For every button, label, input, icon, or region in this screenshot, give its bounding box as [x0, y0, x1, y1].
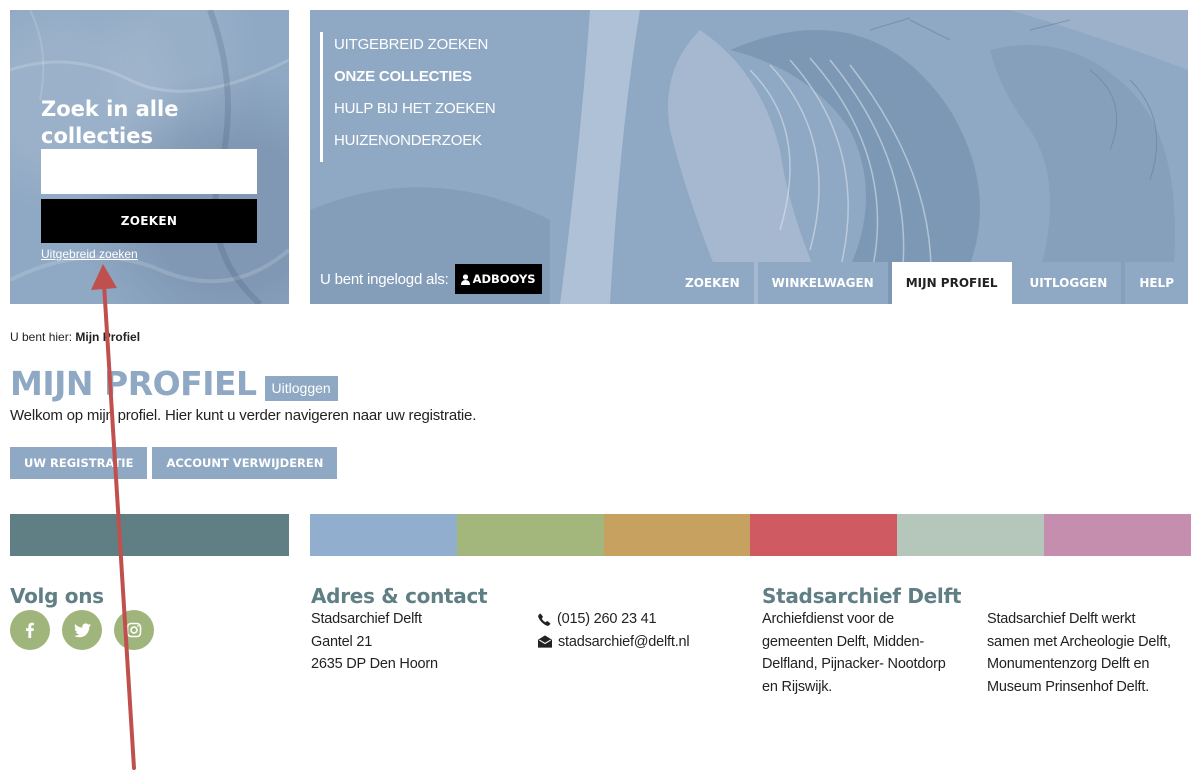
- partners-line: Monumentenzorg Delft en: [987, 656, 1150, 672]
- address-block: Stadsarchief Delft Gantel 21 2635 DP Den…: [311, 608, 438, 676]
- about-line: Archiefdienst voor de: [762, 611, 895, 627]
- search-button[interactable]: ZOEKEN: [41, 199, 257, 243]
- color-strip-segment: [310, 514, 457, 556]
- nav-huizenonderzoek[interactable]: HUIZENONDERZOEK: [334, 128, 496, 160]
- banner-nav: UITGEBREID ZOEKEN ONZE COLLECTIES HULP B…: [320, 32, 496, 162]
- partners-line: Stadsarchief Delft werkt: [987, 611, 1136, 627]
- color-strip-segment: [1044, 514, 1191, 556]
- logout-button[interactable]: Uitloggen: [264, 376, 338, 401]
- advanced-search-link[interactable]: Uitgebreid zoeken: [41, 247, 138, 261]
- header-banner: UITGEBREID ZOEKEN ONZE COLLECTIES HULP B…: [310, 10, 1188, 304]
- color-strip-segment: [750, 514, 898, 556]
- search-panel: Zoek in alle collecties ZOEKEN Uitgebrei…: [10, 10, 289, 304]
- address-heading: Adres & contact: [311, 584, 488, 608]
- breadcrumb: U bent hier: Mijn Profiel: [10, 330, 140, 344]
- partners-line: samen met Archeologie Delft,: [987, 633, 1171, 650]
- about-line: gemeenten Delft, Midden-: [762, 633, 925, 650]
- welcome-text: Welkom op mijn profiel. Hier kunt u verd…: [10, 407, 477, 424]
- color-strip-segment: [897, 514, 1045, 556]
- search-input[interactable]: [41, 149, 257, 194]
- user-badge[interactable]: ADBOOYS: [454, 264, 542, 294]
- email-row: stadsarchief@delft.nl: [538, 631, 690, 654]
- email-link[interactable]: stadsarchief@delft.nl: [558, 631, 690, 654]
- partners-line: Museum Prinsenhof Delft.: [987, 678, 1150, 695]
- envelope-icon: [538, 635, 552, 648]
- nav-onze-collecties[interactable]: ONZE COLLECTIES: [334, 64, 496, 96]
- phone-row: (015) 260 23 41: [538, 608, 689, 631]
- tab-help[interactable]: HELP: [1125, 262, 1188, 304]
- tab-winkelwagen[interactable]: WINKELWAGEN: [757, 262, 888, 304]
- nav-uitgebreid-zoeken[interactable]: UITGEBREID ZOEKEN: [334, 32, 496, 64]
- contact-block: (015) 260 23 41 stadsarchief@delft.nl: [538, 608, 690, 654]
- nav-hulp-bij-het-zoeken[interactable]: HULP BIJ HET ZOEKEN: [334, 96, 496, 128]
- about-heading: Stadsarchief Delft: [762, 584, 962, 608]
- address-line: 2635 DP Den Hoorn: [311, 656, 438, 672]
- profile-actions: UW REGISTRATIE ACCOUNT VERWIJDEREN: [10, 447, 338, 479]
- color-bar-left: [10, 514, 289, 556]
- main-tabs: ZOEKEN WINKELWAGEN MIJN PROFIEL UITLOGGE…: [671, 262, 1188, 304]
- follow-heading: Volg ons: [10, 584, 104, 608]
- tab-mijn-profiel[interactable]: MIJN PROFIEL: [891, 262, 1012, 304]
- delete-account-button[interactable]: ACCOUNT VERWIJDEREN: [152, 447, 338, 479]
- color-strip: [310, 514, 1191, 556]
- instagram-icon[interactable]: [114, 610, 154, 650]
- breadcrumb-prefix: U bent hier:: [10, 330, 73, 344]
- color-strip-segment: [456, 514, 604, 556]
- address-line: Stadsarchief Delft: [311, 611, 422, 627]
- page-title-row: MIJN PROFIEL Uitloggen: [10, 364, 338, 404]
- address-line: Gantel 21: [311, 633, 373, 650]
- breadcrumb-current: Mijn Profiel: [75, 330, 141, 344]
- social-links: [10, 610, 154, 650]
- tab-zoeken[interactable]: ZOEKEN: [671, 262, 754, 304]
- about-block: Archiefdienst voor de gemeenten Delft, M…: [762, 608, 946, 698]
- page-title: MIJN PROFIEL: [10, 364, 257, 403]
- login-label: U bent ingelogd als:: [320, 270, 449, 288]
- facebook-icon[interactable]: [10, 610, 50, 650]
- login-status: U bent ingelogd als: ADBOOYS: [320, 264, 542, 294]
- phone-number: (015) 260 23 41: [557, 611, 657, 627]
- twitter-icon[interactable]: [62, 610, 102, 650]
- search-title: Zoek in alle collecties: [41, 97, 179, 148]
- about-line: en Rijswijk.: [762, 678, 833, 695]
- partners-block: Stadsarchief Delft werkt samen met Arche…: [987, 608, 1171, 698]
- color-strip-segment: [603, 514, 751, 556]
- phone-icon: [538, 613, 551, 626]
- registration-button[interactable]: UW REGISTRATIE: [10, 447, 148, 479]
- about-line: Delfland, Pijnacker- Nootdorp: [762, 656, 946, 672]
- username: ADBOOYS: [472, 272, 536, 286]
- tab-uitloggen[interactable]: UITLOGGEN: [1015, 262, 1122, 304]
- user-icon: [460, 273, 470, 285]
